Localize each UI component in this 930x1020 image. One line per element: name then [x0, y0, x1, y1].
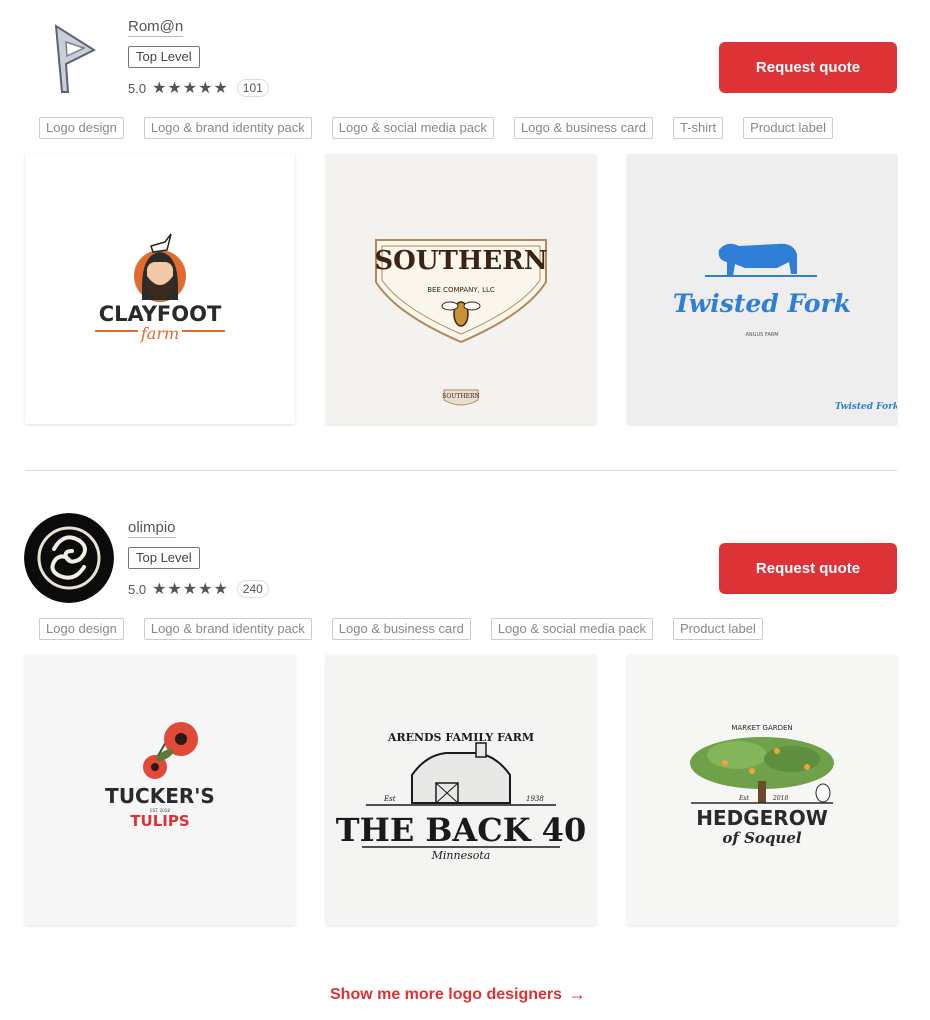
rating-value: 5.0: [128, 581, 147, 597]
star-icon: ★★★★★: [152, 581, 229, 598]
level-badge: Top Level: [128, 547, 200, 569]
arrow-right-icon: →: [568, 984, 587, 1004]
portfolio-gallery: TUCKER'S EST. 2018 TULIPS ARENDS FAMILY …: [25, 655, 897, 925]
logo-text: of Soquel: [722, 829, 801, 847]
rating: 5.0 ★★★★★ 240: [128, 579, 269, 599]
request-quote-button[interactable]: Request quote: [719, 42, 897, 93]
tag[interactable]: Logo design: [39, 117, 124, 139]
review-count[interactable]: 101: [236, 79, 269, 97]
tag[interactable]: Logo & social media pack: [331, 117, 494, 139]
logo-text: TULIPS: [130, 812, 189, 830]
level-badge: Top Level: [128, 46, 200, 68]
rating-value: 5.0: [128, 80, 147, 96]
logo-text: Est: [383, 795, 396, 803]
portfolio-item[interactable]: ARENDS FAMILY FARM Est 1938 THE BACK 40 …: [326, 655, 596, 925]
service-tags: Logo design Logo & brand identity pack L…: [39, 618, 763, 640]
avatar[interactable]: [24, 513, 114, 603]
tag[interactable]: Logo & brand identity pack: [143, 117, 312, 139]
show-more-label: Show me more logo designers: [330, 985, 563, 1003]
avatar[interactable]: [24, 12, 114, 102]
logo-text: TUCKER'S: [105, 784, 215, 808]
tag[interactable]: Logo design: [39, 618, 124, 640]
logo-text: farm: [140, 324, 179, 343]
logo-text: Twisted Fork: [835, 402, 897, 412]
logo-text: THE BACK 40: [336, 811, 586, 849]
tag[interactable]: Logo & social media pack: [490, 618, 653, 640]
service-tags: Logo design Logo & brand identity pack L…: [39, 117, 833, 139]
divider: [25, 470, 897, 471]
logo-text: CLAYFOOT: [99, 302, 222, 326]
designer-name[interactable]: olimpio: [128, 519, 176, 538]
logo-text: 1938: [526, 795, 544, 803]
rating: 5.0 ★★★★★ 101: [128, 78, 269, 98]
logo-text: Twisted Fork: [673, 289, 851, 318]
portfolio-item[interactable]: TUCKER'S EST. 2018 TULIPS: [25, 655, 295, 925]
logo-text: ANGUS FARM: [745, 332, 778, 338]
logo-text: Minnesota: [431, 849, 491, 862]
tag[interactable]: Product label: [743, 117, 833, 139]
logo-text: HEDGEROW: [696, 806, 828, 830]
portfolio-item[interactable]: MARKET GARDEN Est 2018 HEDGEROW of Soque…: [627, 655, 897, 925]
portfolio-item[interactable]: CLAYFOOT farm: [25, 154, 295, 424]
tag[interactable]: Logo & business card: [513, 117, 653, 139]
logo-text: MARKET GARDEN: [731, 724, 792, 732]
tag[interactable]: Logo & business card: [331, 618, 471, 640]
portfolio-gallery: CLAYFOOT farm SOUTHERN BEE COMPANY, LLC …: [25, 154, 897, 424]
logo-text: SOUTHERN: [374, 246, 547, 276]
star-icon: ★★★★★: [152, 80, 229, 97]
portfolio-item[interactable]: SOUTHERN BEE COMPANY, LLC SOUTHERN: [326, 154, 596, 424]
tag[interactable]: T-shirt: [672, 117, 724, 139]
logo-text: Est: [738, 795, 749, 802]
logo-text: BEE COMPANY, LLC: [427, 286, 495, 294]
request-quote-button[interactable]: Request quote: [719, 543, 897, 594]
logo-text: ARENDS FAMILY FARM: [387, 731, 534, 744]
review-count[interactable]: 240: [236, 580, 269, 598]
logo-text: 2018: [772, 795, 788, 802]
show-more-designers-link[interactable]: Show me more logo designers →: [330, 984, 586, 1005]
designer-name[interactable]: Rom@n: [128, 18, 184, 37]
tag[interactable]: Logo & brand identity pack: [143, 618, 312, 640]
portfolio-item[interactable]: Twisted Fork ANGUS FARM Twisted Fork: [627, 154, 897, 424]
logo-text: SOUTHERN: [442, 393, 479, 400]
tag[interactable]: Product label: [672, 618, 763, 640]
